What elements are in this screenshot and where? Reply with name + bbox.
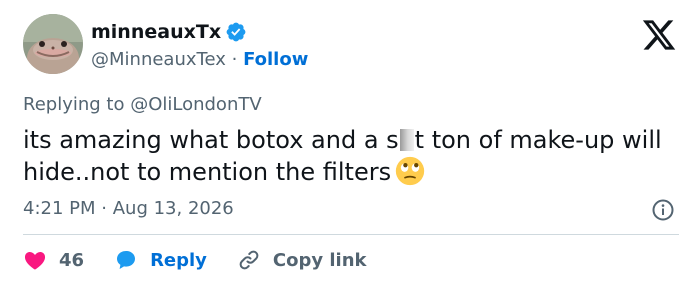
display-name[interactable]: minneauxTx bbox=[91, 20, 221, 44]
ostrich-avatar-icon bbox=[23, 14, 83, 74]
tweet-time: 4:21 PM bbox=[23, 198, 96, 219]
tweet-date: Aug 13, 2026 bbox=[112, 198, 234, 219]
avatar[interactable] bbox=[23, 14, 83, 74]
face-with-rolling-eyes-icon bbox=[395, 156, 425, 186]
heart-icon bbox=[24, 252, 46, 270]
timestamp-separator: · bbox=[101, 198, 107, 219]
x-logo-icon[interactable] bbox=[641, 17, 677, 53]
author-name-row: minneauxTx bbox=[91, 20, 247, 44]
follow-button[interactable]: Follow bbox=[243, 49, 308, 70]
copy-link-label: Copy link bbox=[272, 249, 367, 271]
tweet-text: its amazing what botox and a st ton of m… bbox=[23, 124, 683, 188]
replying-prefix: Replying to bbox=[23, 94, 131, 115]
handle-row: @MinneauxTex · Follow bbox=[91, 48, 308, 72]
tweet-text-part1: its amazing what botox and a s bbox=[23, 126, 399, 154]
separator-dot: · bbox=[231, 49, 238, 70]
verified-badge-icon bbox=[226, 22, 246, 42]
link-icon bbox=[239, 250, 259, 270]
like-button[interactable]: 46 bbox=[23, 248, 84, 272]
censor-block bbox=[399, 129, 414, 151]
like-count: 46 bbox=[59, 249, 85, 271]
copy-link-button[interactable]: Copy link bbox=[237, 248, 367, 272]
reply-bubble-icon bbox=[117, 251, 136, 269]
divider bbox=[23, 234, 679, 235]
replying-to: Replying to @OliLondonTV bbox=[23, 93, 262, 117]
reply-label: Reply bbox=[150, 249, 207, 271]
tweet-timestamp[interactable]: 4:21 PM · Aug 13, 2026 bbox=[23, 197, 234, 221]
author-handle[interactable]: @MinneauxTex bbox=[91, 49, 226, 70]
reply-mention-link[interactable]: @OliLondonTV bbox=[130, 94, 261, 115]
info-icon[interactable] bbox=[651, 198, 675, 222]
action-bar: 46 Reply Copy link bbox=[23, 246, 367, 274]
reply-button[interactable]: Reply bbox=[114, 248, 207, 272]
